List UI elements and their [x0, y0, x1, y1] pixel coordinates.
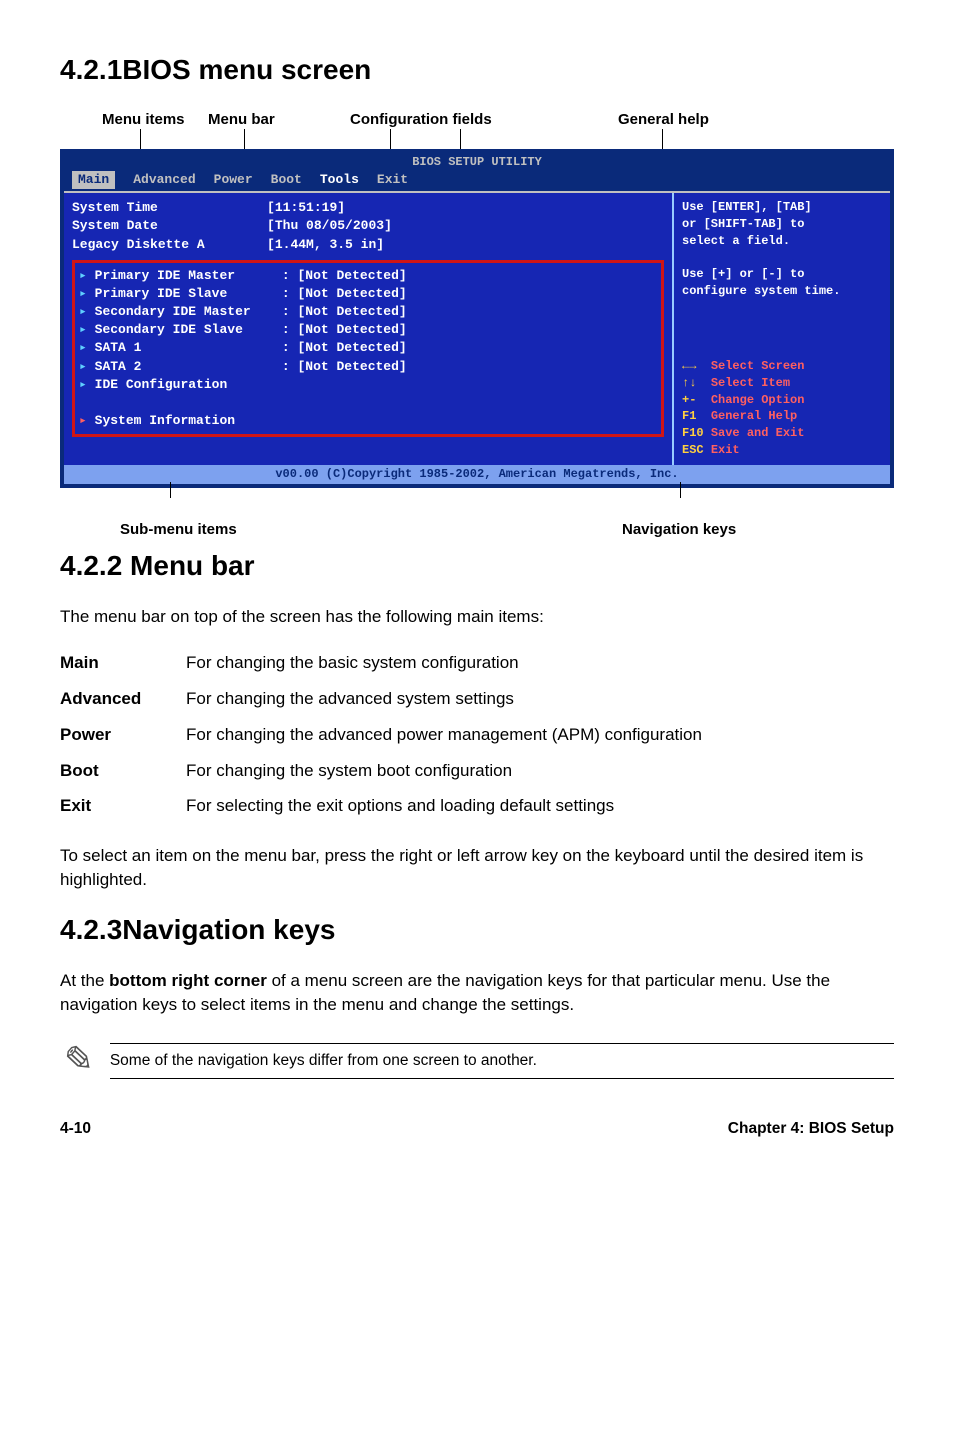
bios-menubar: Main Advanced Power Boot Tools Exit	[64, 171, 890, 191]
table-row: BootFor changing the system boot configu…	[60, 755, 894, 791]
row-system-time: System Time [11:51:19]	[72, 199, 664, 217]
nav-row-ud: ↑↓ Select Item	[682, 375, 882, 392]
nav-row-lr: ←→ Select Screen	[682, 358, 882, 375]
bios-title: BIOS SETUP UTILITY	[64, 153, 890, 171]
section-4-2-2-heading: 4.2.2 Menu bar	[60, 546, 894, 585]
label-config-fields: Configuration fields	[350, 109, 492, 130]
row-secondary-master: ▸ Secondary IDE Master : [Not Detected]	[79, 303, 657, 321]
label-general-help: General help	[618, 109, 709, 130]
s3-body: At the bottom right corner of a menu scr…	[60, 969, 894, 1017]
row-sata1: ▸ SATA 1 : [Not Detected]	[79, 339, 657, 357]
bios-tab-boot[interactable]: Boot	[271, 171, 302, 189]
table-row: MainFor changing the basic system config…	[60, 647, 894, 683]
bios-screen: BIOS SETUP UTILITY Main Advanced Power B…	[60, 149, 894, 488]
bottom-callouts: Sub-menu items Navigation keys	[60, 488, 894, 516]
row-system-date: System Date [Thu 08/05/2003]	[72, 217, 664, 235]
table-row: ExitFor selecting the exit options and l…	[60, 790, 894, 826]
help-line-1: or [SHIFT-TAB] to	[682, 216, 882, 233]
bios-right-pane: Use [ENTER], [TAB] or [SHIFT-TAB] to sel…	[672, 193, 890, 465]
bios-tab-advanced[interactable]: Advanced	[133, 171, 195, 189]
row-primary-master: ▸ Primary IDE Master : [Not Detected]	[79, 267, 657, 285]
page-number: 4-10	[60, 1118, 91, 1140]
nav-row-f10: F10 Save and Exit	[682, 425, 882, 442]
bios-copyright: v00.00 (C)Copyright 1985-2002, American …	[64, 465, 890, 484]
label-navkeys: Navigation keys	[622, 519, 736, 540]
table-row: AdvancedFor changing the advanced system…	[60, 683, 894, 719]
help-line-5: configure system time.	[682, 283, 882, 300]
note-block: ✎ Some of the navigation keys differ fro…	[60, 1035, 894, 1088]
bios-tab-exit[interactable]: Exit	[377, 171, 408, 189]
row-secondary-slave: ▸ Secondary IDE Slave : [Not Detected]	[79, 321, 657, 339]
note-text: Some of the navigation keys differ from …	[110, 1043, 894, 1079]
bios-figure: Menu items Menu bar Configuration fields…	[60, 109, 894, 516]
row-ide-config: ▸ IDE Configuration	[79, 376, 657, 394]
top-callouts: Menu items Menu bar Configuration fields…	[60, 109, 894, 149]
row-primary-slave: ▸ Primary IDE Slave : [Not Detected]	[79, 285, 657, 303]
nav-row-pm: +- Change Option	[682, 392, 882, 409]
chapter-label: Chapter 4: BIOS Setup	[728, 1118, 894, 1140]
nav-row-esc: ESC Exit	[682, 442, 882, 459]
s2-outro: To select an item on the menu bar, press…	[60, 844, 894, 892]
help-line-4: Use [+] or [-] to	[682, 266, 882, 283]
menu-def-table: MainFor changing the basic system config…	[60, 647, 894, 826]
nav-row-f1: F1 General Help	[682, 408, 882, 425]
pencil-icon: ✎	[56, 1032, 97, 1090]
label-menu-items: Menu items	[102, 109, 185, 130]
row-sysinfo: ▸ System Information	[79, 412, 657, 430]
table-row: PowerFor changing the advanced power man…	[60, 719, 894, 755]
help-line-2: select a field.	[682, 233, 882, 250]
label-submenu: Sub-menu items	[120, 519, 237, 540]
bios-tab-power[interactable]: Power	[214, 171, 253, 189]
submenu-redbox: ▸ Primary IDE Master : [Not Detected] ▸ …	[72, 260, 664, 438]
page-footer: 4-10 Chapter 4: BIOS Setup	[60, 1118, 894, 1140]
s2-intro: The menu bar on top of the screen has th…	[60, 605, 894, 629]
label-menu-bar: Menu bar	[208, 109, 275, 130]
row-legacy-diskette: Legacy Diskette A [1.44M, 3.5 in]	[72, 236, 664, 254]
section-4-2-1-heading: 4.2.1BIOS menu screen	[60, 50, 894, 89]
bios-left-pane: System Time [11:51:19] System Date [Thu …	[64, 193, 672, 465]
help-line-0: Use [ENTER], [TAB]	[682, 199, 882, 216]
section-4-2-3-heading: 4.2.3Navigation keys	[60, 910, 894, 949]
bios-tab-main[interactable]: Main	[72, 171, 115, 189]
row-sata2: ▸ SATA 2 : [Not Detected]	[79, 358, 657, 376]
bios-tab-tools[interactable]: Tools	[320, 171, 359, 189]
